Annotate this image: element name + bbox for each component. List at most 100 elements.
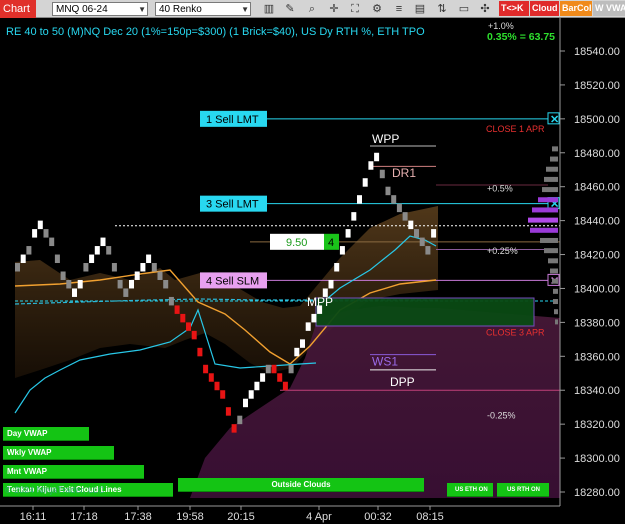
outside-clouds-toggle[interactable]: Outside Clouds	[178, 478, 424, 492]
pivot-label: WPP	[372, 132, 399, 146]
indicators-icon[interactable]: ⛶	[348, 2, 362, 16]
renko-brick	[191, 330, 197, 340]
templates-icon[interactable]: ▤	[413, 2, 427, 16]
green-zone	[315, 297, 535, 327]
renko-brick	[208, 373, 214, 382]
us-rth-on-toggle[interactable]: US RTH ON	[497, 483, 549, 497]
cloud-toggle-button[interactable]: Cloud	[530, 1, 559, 16]
price-tick-label: 18520.00	[574, 80, 620, 92]
renko-brick	[203, 364, 209, 374]
instrument-selector[interactable]: MNQ 06-24 ▼	[52, 2, 148, 16]
zoom-icon[interactable]: ⌕	[305, 2, 319, 16]
renko-brick	[396, 203, 402, 213]
renko-brick	[157, 271, 163, 280]
us-eth-on-toggle[interactable]: US ETH ON	[447, 483, 493, 497]
profile-bar	[550, 156, 558, 162]
time-tick-label: 17:18	[70, 511, 98, 523]
price-tick-label: 18400.00	[574, 283, 620, 295]
renko-brick	[385, 186, 391, 196]
renko-brick	[305, 322, 311, 331]
renko-brick	[117, 279, 123, 289]
price-tick-label: 18420.00	[574, 250, 620, 262]
wkly-vwap-toggle[interactable]: Wkly VWAP	[3, 446, 114, 460]
renko-brick	[300, 339, 305, 348]
pct-stat-label: 0.35% = 63.75	[487, 31, 556, 43]
profile-bar	[554, 309, 558, 315]
bar-type-selector[interactable]: 40 Renko ▼	[155, 2, 251, 16]
renko-brick	[408, 220, 414, 230]
pct-label: +0.25%	[487, 246, 518, 256]
order-label[interactable]: 3 Sell LMT	[200, 195, 267, 212]
renko-brick	[174, 305, 180, 314]
renko-brick	[288, 364, 294, 374]
price-tick-label: 18300.00	[574, 453, 620, 465]
renko-brick	[362, 178, 368, 187]
wvwap-toggle-button[interactable]: W VWAP	[593, 1, 625, 16]
renko-brick	[374, 152, 380, 162]
time-tick-label: 4 Apr	[306, 511, 332, 523]
chevron-down-icon: ▼	[241, 5, 249, 14]
renko-brick	[220, 390, 226, 399]
renko-brick	[37, 220, 43, 230]
price-axis[interactable]: 18540.00 18520.00 18500.00 18480.00 18460.00…	[559, 18, 625, 506]
renko-brick	[225, 407, 231, 416]
pivot-label: DR1	[392, 166, 416, 180]
renko-brick	[282, 381, 288, 391]
order-label[interactable]: 4 Sell SLM	[200, 272, 267, 289]
profile-bar	[552, 278, 558, 284]
renko-brick	[351, 212, 357, 221]
price-tick-label: 18480.00	[574, 148, 620, 160]
strategies-icon[interactable]: ⚙	[370, 2, 384, 16]
profile-bar	[550, 268, 558, 274]
quantity-value: 9.50	[286, 237, 307, 249]
renko-brick	[186, 322, 191, 331]
renko-brick	[77, 279, 83, 289]
renko-brick	[163, 279, 169, 289]
profile-bar	[544, 248, 558, 254]
workspace-icon[interactable]: ✣	[478, 2, 492, 16]
renko-brick	[231, 424, 237, 433]
renko-brick	[197, 347, 203, 357]
renko-brick	[419, 237, 425, 247]
renko-brick	[43, 229, 49, 238]
price-tick-label: 18360.00	[574, 351, 620, 363]
tk-toggle-button[interactable]: T<>K	[499, 1, 529, 16]
order-label[interactable]: 1 Sell LMT	[200, 110, 267, 127]
bar-type-value: 40 Renko	[159, 4, 202, 15]
price-tick-label: 18380.00	[574, 317, 620, 329]
order-label-text: 3 Sell LMT	[206, 199, 259, 211]
time-tick-label: 17:38	[124, 511, 152, 523]
price-tick-label: 18440.00	[574, 216, 620, 228]
profile-bar	[548, 258, 558, 264]
mnt-vwap-toggle[interactable]: Mnt VWAP	[3, 465, 144, 479]
renko-brick	[15, 263, 20, 272]
profile-bar	[530, 227, 558, 233]
renko-brick	[311, 313, 317, 323]
properties-icon[interactable]: ≡	[392, 2, 406, 16]
data-box-icon[interactable]: ▭	[457, 2, 471, 16]
renko-brick	[89, 254, 95, 264]
profile-bar	[528, 217, 558, 223]
renko-brick	[277, 373, 283, 382]
barcol-toggle-button[interactable]: BarCol	[560, 1, 592, 16]
profile-bar	[542, 187, 558, 193]
draw-tools-icon[interactable]: ✎	[283, 2, 297, 16]
bar-chart-icon[interactable]: ▥	[262, 2, 276, 16]
price-tick-label: 18320.00	[574, 419, 620, 431]
chart-menu-button[interactable]: Chart	[0, 0, 36, 18]
renko-brick	[168, 296, 174, 306]
day-vwap-toggle[interactable]: Day VWAP	[3, 427, 89, 441]
chart-trader-icon[interactable]: ⇅	[435, 2, 449, 16]
chart-toolbar: Chart MNQ 06-24 ▼ 40 Renko ▼ ▥ ✎ ⌕ ✛ ⛶ ⚙…	[0, 0, 625, 18]
time-axis[interactable]: 16:11 17:18 17:38 19:58 20:15 4 Apr 00:32 08:15	[0, 505, 560, 523]
order-close-icon[interactable]: ✕	[547, 112, 560, 126]
renko-brick	[123, 288, 129, 297]
price-tick-label: 18280.00	[574, 487, 620, 499]
chart-title: RE 40 to 50 (M)NQ Dec 20 (1%=150p=$300) …	[6, 26, 425, 38]
quantity-box[interactable]: 9.50 4	[270, 233, 339, 250]
order-label-text: 1 Sell LMT	[206, 114, 259, 126]
profile-bar	[540, 237, 558, 243]
price-tick-label: 18540.00	[574, 46, 620, 58]
time-tick-label: 19:58	[176, 511, 204, 523]
crosshair-icon[interactable]: ✛	[327, 2, 341, 16]
